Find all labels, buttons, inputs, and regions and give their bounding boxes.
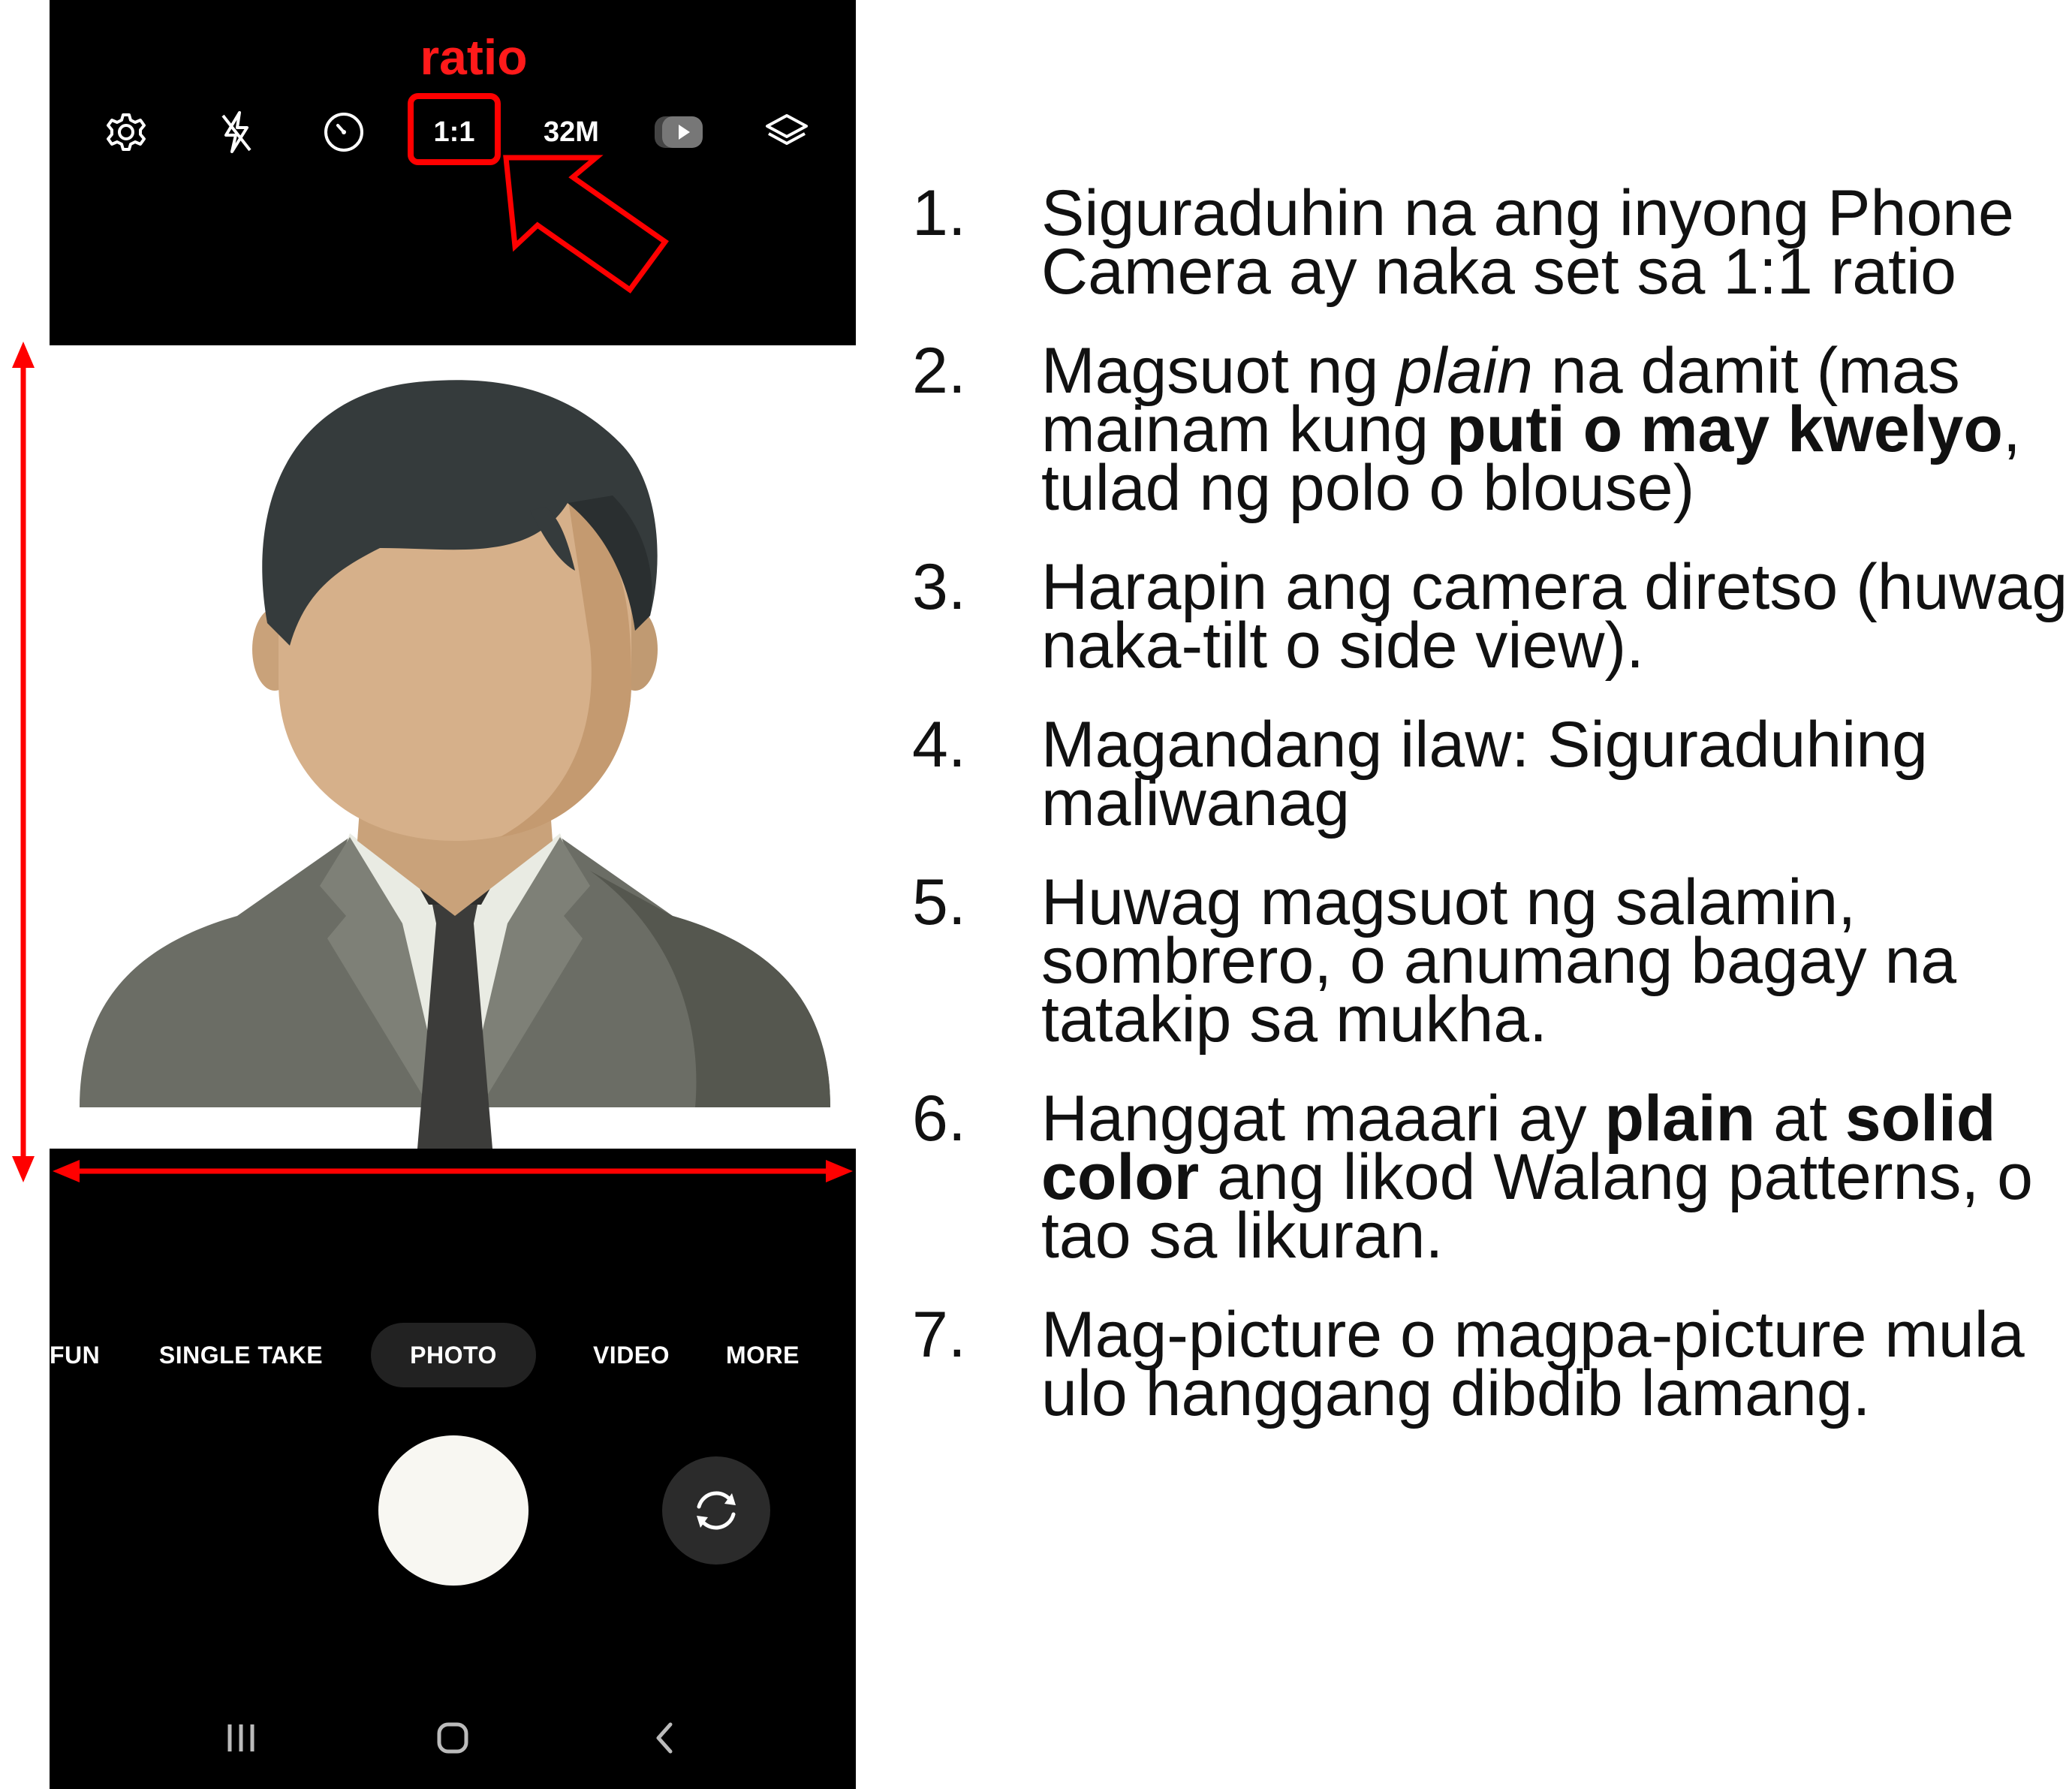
mode-more[interactable]: MORE (710, 1323, 815, 1387)
mode-video[interactable]: VIDEO (575, 1323, 688, 1387)
instruction-step: 2. Magsuot ng plain na damit (mas mainam … (912, 335, 2068, 520)
step-text: Hanggat maaari ay plain at solid color a… (1041, 1083, 2033, 1272)
step-text-part: Mag-picture o magpa-picture mula ulo han… (1041, 1299, 2025, 1429)
mode-photo[interactable]: PHOTO (371, 1323, 536, 1387)
step-number: 1. (912, 177, 966, 249)
flip-camera-icon[interactable] (662, 1456, 770, 1565)
instruction-list: 1. Siguraduhin na ang inyong Phone Camera… (912, 177, 2068, 1426)
instruction-step: 7. Mag-picture o magpa-picture mula ulo h… (912, 1299, 2068, 1426)
mode-fun[interactable]: FUN (50, 1323, 102, 1387)
pointer-arrow (503, 155, 669, 294)
shutter-button[interactable] (378, 1435, 529, 1586)
step-text-part: Siguraduhin na ang inyong Phone Camera a… (1041, 177, 2014, 308)
system-nav-bar (50, 1704, 856, 1772)
camera-mode-strip: FUN SINGLE TAKE PHOTO VIDEO MORE (50, 1323, 856, 1387)
step-text: Siguraduhin na ang inyong Phone Camera a… (1041, 177, 2014, 308)
home-icon[interactable] (411, 1704, 494, 1772)
instruction-step: 3. Harapin ang camera diretso (huwag naka… (912, 551, 2068, 678)
back-icon[interactable] (623, 1704, 706, 1772)
instruction-step: 4. Magandang ilaw: Siguraduhing maliwanag (912, 709, 2068, 836)
step-text: Mag-picture o magpa-picture mula ulo han… (1041, 1299, 2025, 1429)
step-text: Magsuot ng plain na damit (mas mainam ku… (1041, 335, 2021, 524)
camera-viewfinder (50, 345, 856, 1149)
step-number: 6. (912, 1083, 966, 1155)
step-number: 2. (912, 335, 966, 407)
instruction-step: 1. Siguraduhin na ang inyong Phone Camera… (912, 177, 2068, 304)
step-number: 3. (912, 551, 966, 623)
person-avatar-icon (80, 380, 830, 1149)
step-number: 7. (912, 1299, 966, 1371)
mode-single-take[interactable]: SINGLE TAKE (155, 1323, 327, 1387)
phone-camera-screen: 1:1 32M ratio FUN SINGLE TAKE PHOTO VIDE… (50, 0, 856, 1789)
height-dimension-arrow (12, 342, 35, 1182)
recents-icon[interactable] (200, 1704, 282, 1772)
step-text: Harapin ang camera diretso (huwag naka-t… (1041, 551, 2067, 682)
step-number: 5. (912, 866, 966, 938)
instruction-step: 5. Huwag magsuot ng salamin, sombrero, o … (912, 866, 2068, 1052)
width-dimension-arrow (53, 1160, 853, 1182)
step-number: 4. (912, 709, 966, 781)
step-text-part: Huwag magsuot ng salamin, sombrero, o an… (1041, 866, 1957, 1056)
instruction-step: 6. Hanggat maaari ay plain at solid color… (912, 1083, 2068, 1268)
step-text: Huwag magsuot ng salamin, sombrero, o an… (1041, 866, 1956, 1056)
step-text-part: Harapin ang camera diretso (huwag naka-t… (1041, 551, 2068, 682)
step-text-part: Magandang ilaw: Siguraduhing maliwanag (1041, 709, 1928, 839)
step-text: Magandang ilaw: Siguraduhing maliwanag (1041, 709, 1928, 839)
